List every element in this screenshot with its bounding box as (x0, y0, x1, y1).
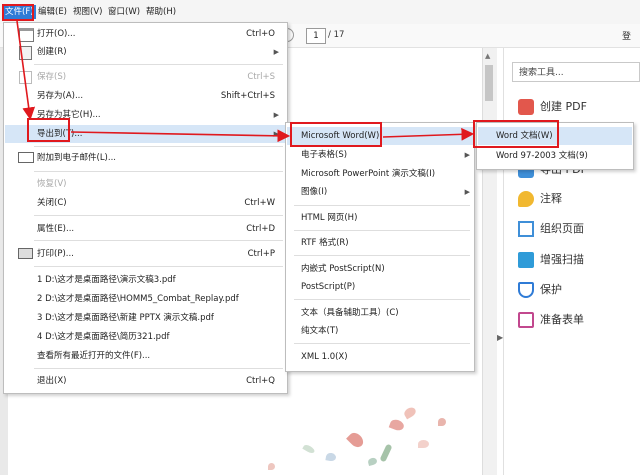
arrow-export-to-word (70, 129, 291, 143)
annotation-arrows (16, 20, 475, 143)
arrow-word-to-docx (382, 127, 475, 141)
arrow-file-to-export (16, 20, 36, 121)
